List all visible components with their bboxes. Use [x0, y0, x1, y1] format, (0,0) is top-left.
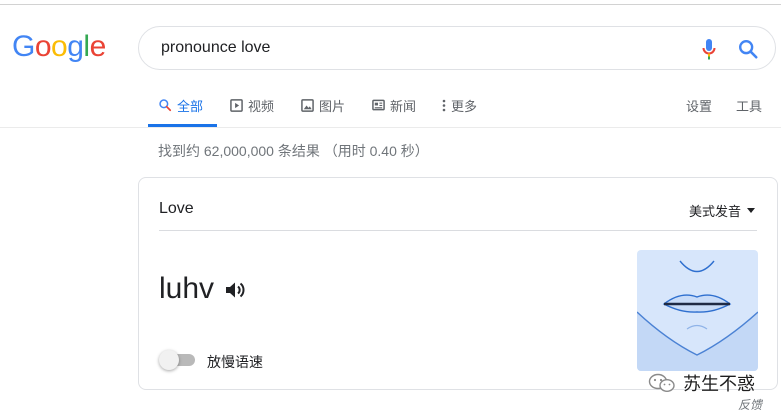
tab-more[interactable]: 更多	[442, 96, 477, 114]
search-input[interactable]	[159, 38, 663, 58]
video-icon	[230, 98, 243, 112]
news-icon	[372, 99, 385, 111]
tools-link[interactable]: 工具	[736, 96, 762, 114]
toggle-knob	[159, 350, 179, 370]
logo-letter: G	[12, 30, 35, 63]
wechat-icon	[648, 373, 675, 393]
tab-news[interactable]: 新闻	[372, 96, 416, 114]
speaker-icon[interactable]	[223, 278, 247, 302]
card-word: Love	[159, 200, 194, 217]
image-icon	[301, 98, 314, 112]
result-stats: 找到约 62,000,000 条结果 （用时 0.40 秒）	[158, 143, 429, 159]
search-box[interactable]	[138, 26, 776, 70]
accent-dropdown[interactable]: 美式发音	[689, 201, 755, 220]
logo-letter: o	[51, 30, 68, 63]
slow-speed-toggle[interactable]	[159, 350, 195, 370]
logo-letter: e	[89, 30, 107, 63]
accent-label: 美式发音	[688, 204, 741, 219]
tab-images[interactable]: 图片	[301, 96, 345, 114]
top-border	[0, 4, 781, 5]
search-tabs: 全部 视频 图片 新闻 更多 设置 工具	[158, 96, 778, 128]
tab-all[interactable]: 全部	[158, 96, 203, 114]
tab-videos[interactable]: 视频	[230, 96, 274, 114]
more-vert-icon	[442, 99, 446, 111]
search-submit-icon[interactable]	[737, 38, 759, 60]
logo-letter: g	[67, 30, 84, 63]
settings-link[interactable]: 设置	[686, 96, 712, 114]
card-divider	[159, 230, 757, 231]
tab-label: 视频	[248, 98, 275, 114]
mouth-illustration	[637, 250, 758, 371]
mic-icon[interactable]	[701, 38, 717, 60]
watermark-name: 苏生不惑	[683, 374, 755, 395]
pronunciation-card: Love 美式发音 luhv 放慢语速	[138, 177, 778, 390]
tab-label: 新闻	[390, 98, 417, 114]
logo-letter: o	[34, 30, 52, 63]
phonetic-spelling: luhv	[159, 272, 215, 305]
feedback-link[interactable]: 反馈	[738, 396, 762, 413]
slow-speed-label: 放慢语速	[207, 354, 263, 370]
tab-label: 图片	[319, 98, 346, 114]
tabs-divider	[0, 127, 781, 128]
tab-label: 全部	[177, 98, 204, 114]
settings-label: 设置	[686, 98, 713, 114]
google-logo[interactable]: Google	[12, 30, 106, 64]
caret-down-icon	[747, 208, 755, 213]
tools-label: 工具	[736, 98, 763, 114]
search-icon	[159, 99, 172, 112]
tab-label: 更多	[451, 98, 478, 114]
